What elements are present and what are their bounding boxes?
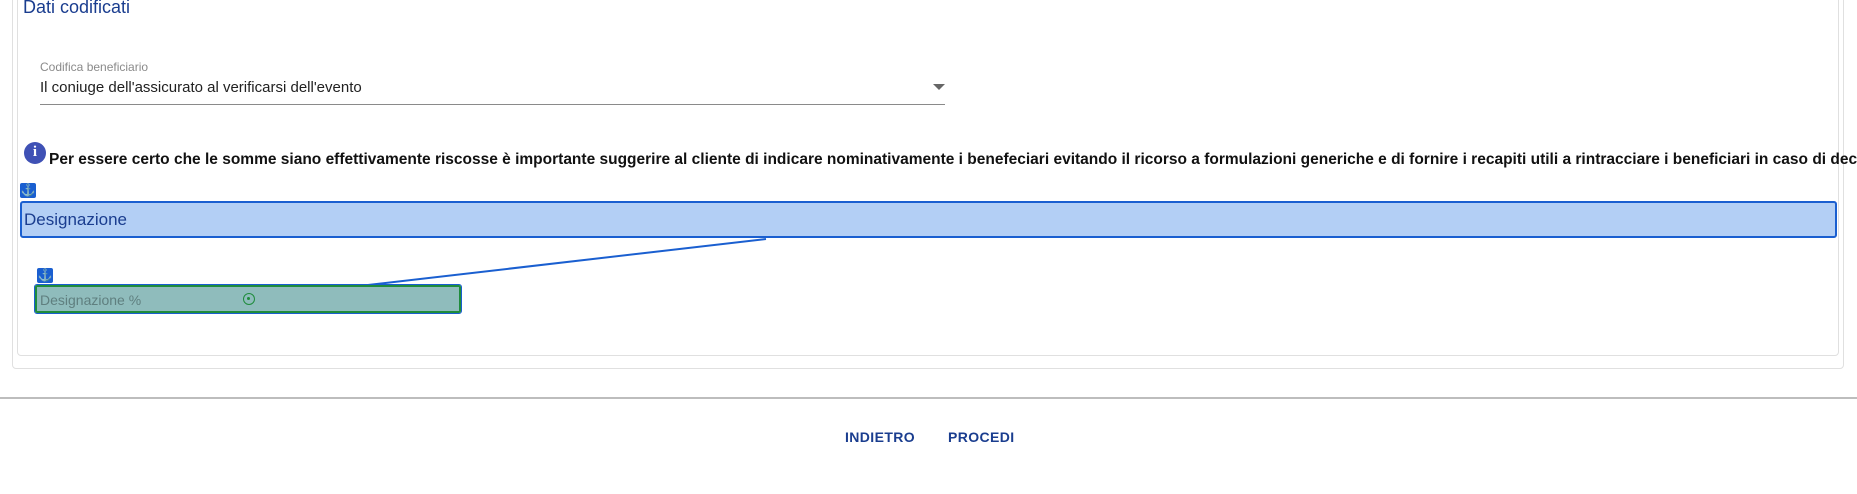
info-text: Per essere certo che le somme siano effe… (49, 151, 1857, 168)
proceed-button[interactable]: PROCEDI (948, 429, 1015, 445)
codifica-beneficiario-select[interactable]: Codifica beneficiario Il coniuge dell'as… (40, 58, 945, 105)
anchor-icon[interactable]: ⚓ (20, 183, 36, 198)
anchor-icon[interactable]: ⚓ (37, 268, 53, 283)
chevron-down-icon[interactable] (933, 84, 945, 90)
designazione-percent-input[interactable]: Designazione % (34, 284, 462, 314)
designazione-title: Designazione (24, 210, 128, 229)
codifica-beneficiario-label: Codifica beneficiario (40, 60, 149, 74)
info-message: i Per essere certo che le somme siano ef… (24, 141, 1857, 169)
info-icon: i (24, 141, 46, 164)
footer-divider (0, 397, 1857, 399)
section-title: Dati codificati (23, 0, 131, 17)
codifica-beneficiario-value: Il coniuge dell'assicurato al verificars… (40, 79, 362, 96)
designazione-section[interactable]: Designazione (20, 201, 1837, 238)
designazione-percent-placeholder: Designazione % (40, 292, 142, 308)
target-icon (243, 293, 255, 305)
back-button[interactable]: INDIETRO (845, 429, 915, 445)
